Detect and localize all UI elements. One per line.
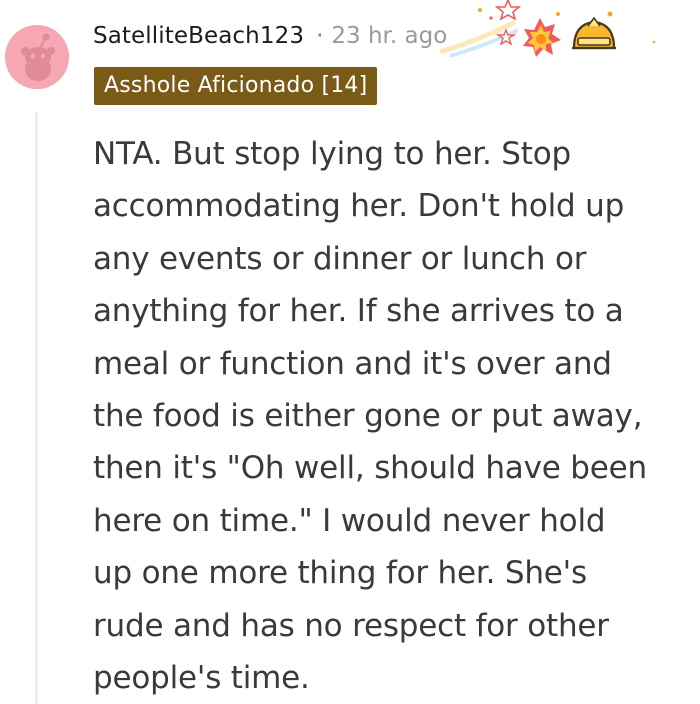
burst-award-icon[interactable] <box>523 12 561 57</box>
shooting-star-award-icon[interactable] <box>440 0 522 58</box>
timestamp[interactable]: 23 hr. ago <box>331 23 447 49</box>
username-link[interactable]: SatelliteBeach123 <box>93 23 304 49</box>
comment-body: NTA. But stop lying to her. Stop accommo… <box>93 136 647 697</box>
awards <box>440 0 656 58</box>
thread-line[interactable] <box>35 112 38 704</box>
golden-helmet-award-icon[interactable] <box>572 11 656 50</box>
snoo-avatar-icon <box>5 25 69 89</box>
comment: SatelliteBeach123 · 23 hr. ago Asshole A… <box>0 0 700 704</box>
user-flair: Asshole Aficionado [14] <box>94 67 378 105</box>
separator-dot: · <box>316 23 324 49</box>
comment-header: SatelliteBeach123 · 23 hr. ago <box>93 16 447 56</box>
user-avatar[interactable] <box>5 25 69 89</box>
